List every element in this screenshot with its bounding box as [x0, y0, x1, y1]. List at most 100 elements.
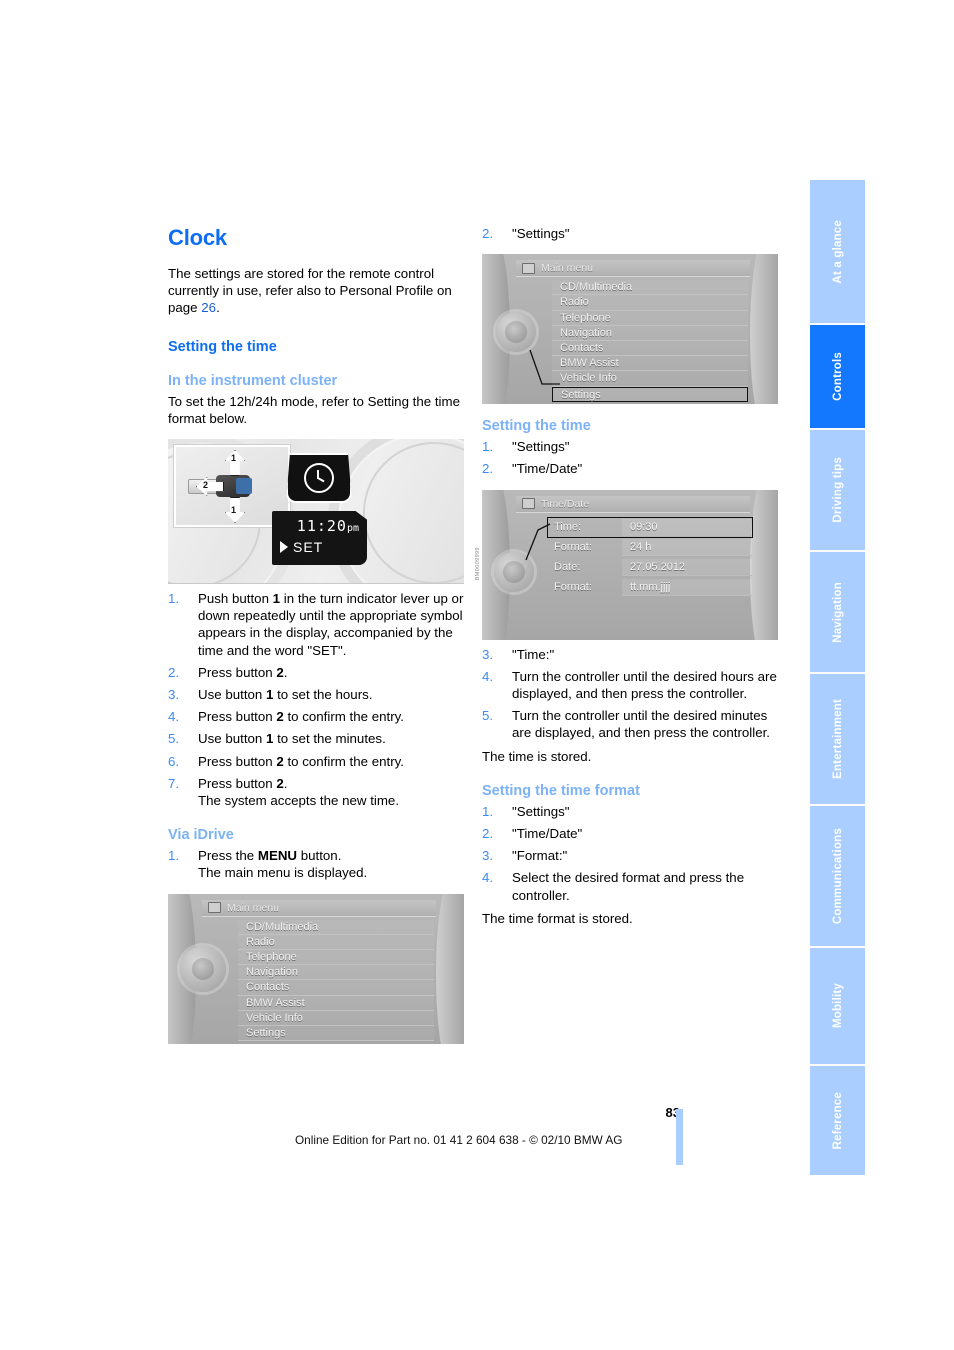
- cluster-set-row: SET: [280, 539, 323, 555]
- step-text: "Settings": [512, 439, 570, 455]
- idrive-step-result: The main menu is displayed.: [198, 865, 368, 881]
- clock-icon: [304, 463, 334, 494]
- step-number: 2.: [482, 826, 494, 842]
- menu-item-radio[interactable]: Radio: [552, 295, 748, 311]
- list-item: 4. Select the desired format and press t…: [482, 869, 782, 903]
- screen-titlebar: Time/Date: [516, 495, 750, 513]
- menu-item-contacts[interactable]: Contacts: [552, 340, 748, 357]
- tab-reference[interactable]: Reference: [810, 1066, 865, 1175]
- idrive-controller-knob[interactable]: [180, 945, 226, 992]
- step-number: 1.: [482, 803, 494, 819]
- tab-communications[interactable]: Communications: [810, 806, 865, 948]
- step-number: 6.: [168, 753, 180, 769]
- instrument-cluster-intro: To set the 12h/24h mode, refer to Settin…: [168, 393, 460, 426]
- setting-time-steps-b: 3. "Time:" 4. Turn the controller until …: [482, 646, 782, 742]
- step-number: 2.: [168, 664, 180, 680]
- row-value: 09:30: [622, 518, 752, 536]
- idrive-main-menu-screen-selected: Main menu CD/Multimedia Radio Telephone …: [482, 254, 778, 405]
- row-label: Format:: [554, 541, 592, 554]
- tab-navigation[interactable]: Navigation: [810, 552, 865, 674]
- table-row[interactable]: Format: 24 h: [548, 538, 752, 557]
- instrument-cluster-illustration: 1 1 2 11:20pm SET: [168, 439, 464, 585]
- list-item: 5. Use button 1 to set the minutes.: [168, 731, 386, 747]
- time-date-rows: Time: 09:30 Format: 24 h Date: 27.05.201…: [547, 516, 753, 598]
- menu-item-telephone[interactable]: Telephone: [238, 950, 434, 966]
- knob-center: [192, 957, 214, 980]
- menu-item-vehicle-info[interactable]: Vehicle Info: [552, 371, 748, 387]
- table-row[interactable]: Date: 27.05.2012: [548, 558, 752, 577]
- triangle-right-icon: [280, 541, 288, 554]
- step-number: 1.: [168, 591, 180, 607]
- continued-step-list: 2. "Settings": [482, 225, 782, 242]
- heading-setting-the-time-format: Setting the time format: [482, 782, 640, 799]
- figure-instrument-cluster: 1 1 2 11:20pm SET BM0009999: [168, 439, 481, 585]
- list-item: 2. "Settings": [482, 225, 782, 242]
- intro-line-1: The settings are stored for the remote c…: [168, 266, 435, 281]
- cluster-time-digits: 11:20: [296, 517, 347, 536]
- idrive-time-date-screen: Time/Date Time: 09:30 Format: 24 h Date:…: [482, 489, 778, 640]
- menu-icon: [208, 902, 221, 914]
- manual-page: At a glance Controls Driving tips Naviga…: [0, 0, 954, 1350]
- screen-titlebar: Main menu: [202, 899, 436, 917]
- figure-main-menu-settings-selected: Main menu CD/Multimedia Radio Telephone …: [482, 254, 782, 405]
- list-item: 4. Press button 2 to confirm the entry.: [168, 709, 404, 725]
- list-item: 3. "Format:": [482, 847, 782, 864]
- menu-item-contacts[interactable]: Contacts: [238, 980, 434, 996]
- list-item: 3. Use button 1 to set the hours.: [168, 687, 373, 703]
- figure-main-menu-plain: Main menu CD/Multimedia Radio Telephone …: [168, 893, 468, 1044]
- cluster-symbol-panel: [286, 453, 352, 504]
- menu-item-settings[interactable]: Settings: [238, 1025, 434, 1042]
- tab-controls[interactable]: Controls: [810, 325, 865, 430]
- cluster-time-value: 11:20pm: [297, 517, 359, 535]
- step-text: "Format:": [512, 848, 568, 864]
- format-stored-note: The time format is stored.: [482, 910, 633, 926]
- list-item: 3. "Time:": [482, 646, 782, 663]
- cluster-set-label: SET: [293, 539, 324, 556]
- row-value: 27.05.2012: [622, 558, 752, 576]
- menu-item-cd-multimedia[interactable]: CD/Multimedia: [238, 919, 434, 935]
- menu-item-bmw-assist[interactable]: BMW Assist: [238, 995, 434, 1011]
- step-text: "Settings": [512, 226, 570, 241]
- intro-page-prefix: page: [168, 300, 202, 316]
- list-item: 2. "Time/Date": [482, 460, 782, 477]
- list-item: 1. "Settings": [482, 803, 782, 820]
- table-row[interactable]: Time: 09:30: [547, 516, 753, 538]
- menu-item-radio[interactable]: Radio: [238, 934, 434, 951]
- table-row[interactable]: Format: tt.mm.jjjj: [548, 578, 752, 597]
- menu-item-navigation[interactable]: Navigation: [552, 325, 748, 341]
- instrument-cluster-steps: 1. Push button 1 in the turn indicator l…: [168, 590, 468, 809]
- menu-item-cd-multimedia[interactable]: CD/Multimedia: [552, 280, 748, 296]
- time-format-steps: 1. "Settings" 2. "Time/Date" 3. "Format:…: [482, 803, 782, 904]
- step-number: 1.: [168, 848, 180, 864]
- idrive-controller-knob[interactable]: [494, 551, 534, 592]
- knob-center: [503, 560, 525, 583]
- idrive-controller-knob[interactable]: [496, 312, 536, 353]
- heading-via-idrive: Via iDrive: [168, 827, 234, 844]
- menu-item-telephone[interactable]: Telephone: [552, 310, 748, 326]
- list-item: 1. Press the MENU button. The main menu …: [168, 848, 368, 881]
- step-number: 4.: [168, 709, 180, 725]
- step-number: 3.: [168, 687, 180, 703]
- list-item: 1. "Settings": [482, 438, 782, 455]
- tab-label: Entertainment: [831, 699, 844, 779]
- menu-item-settings[interactable]: Settings: [552, 386, 748, 402]
- cluster-time-ampm: pm: [346, 523, 359, 535]
- step-number: 4.: [482, 668, 494, 684]
- step-text: "Time/Date": [512, 461, 583, 477]
- tab-entertainment[interactable]: Entertainment: [810, 674, 865, 806]
- intro-paragraph: The settings are stored for the remote c…: [168, 265, 468, 317]
- menu-item-navigation[interactable]: Navigation: [238, 965, 434, 981]
- tab-at-a-glance[interactable]: At a glance: [810, 180, 865, 325]
- menu-item-vehicle-info[interactable]: Vehicle Info: [238, 1010, 434, 1026]
- screen-title: Time/Date: [541, 497, 590, 510]
- tab-mobility[interactable]: Mobility: [810, 948, 865, 1066]
- idrive-main-menu-screen: Main menu CD/Multimedia Radio Telephone …: [168, 893, 464, 1044]
- menu-item-bmw-assist[interactable]: BMW Assist: [552, 356, 748, 372]
- screen-titlebar: Main menu: [516, 260, 750, 278]
- page-cross-reference[interactable]: 26: [201, 300, 216, 315]
- tab-driving-tips[interactable]: Driving tips: [810, 430, 865, 552]
- step-text: "Time:": [512, 646, 555, 662]
- callout-number-up: 1: [231, 453, 237, 464]
- list-item: 5. Turn the controller until the desired…: [482, 707, 782, 741]
- chapter-tab-rail: At a glance Controls Driving tips Naviga…: [810, 180, 865, 1175]
